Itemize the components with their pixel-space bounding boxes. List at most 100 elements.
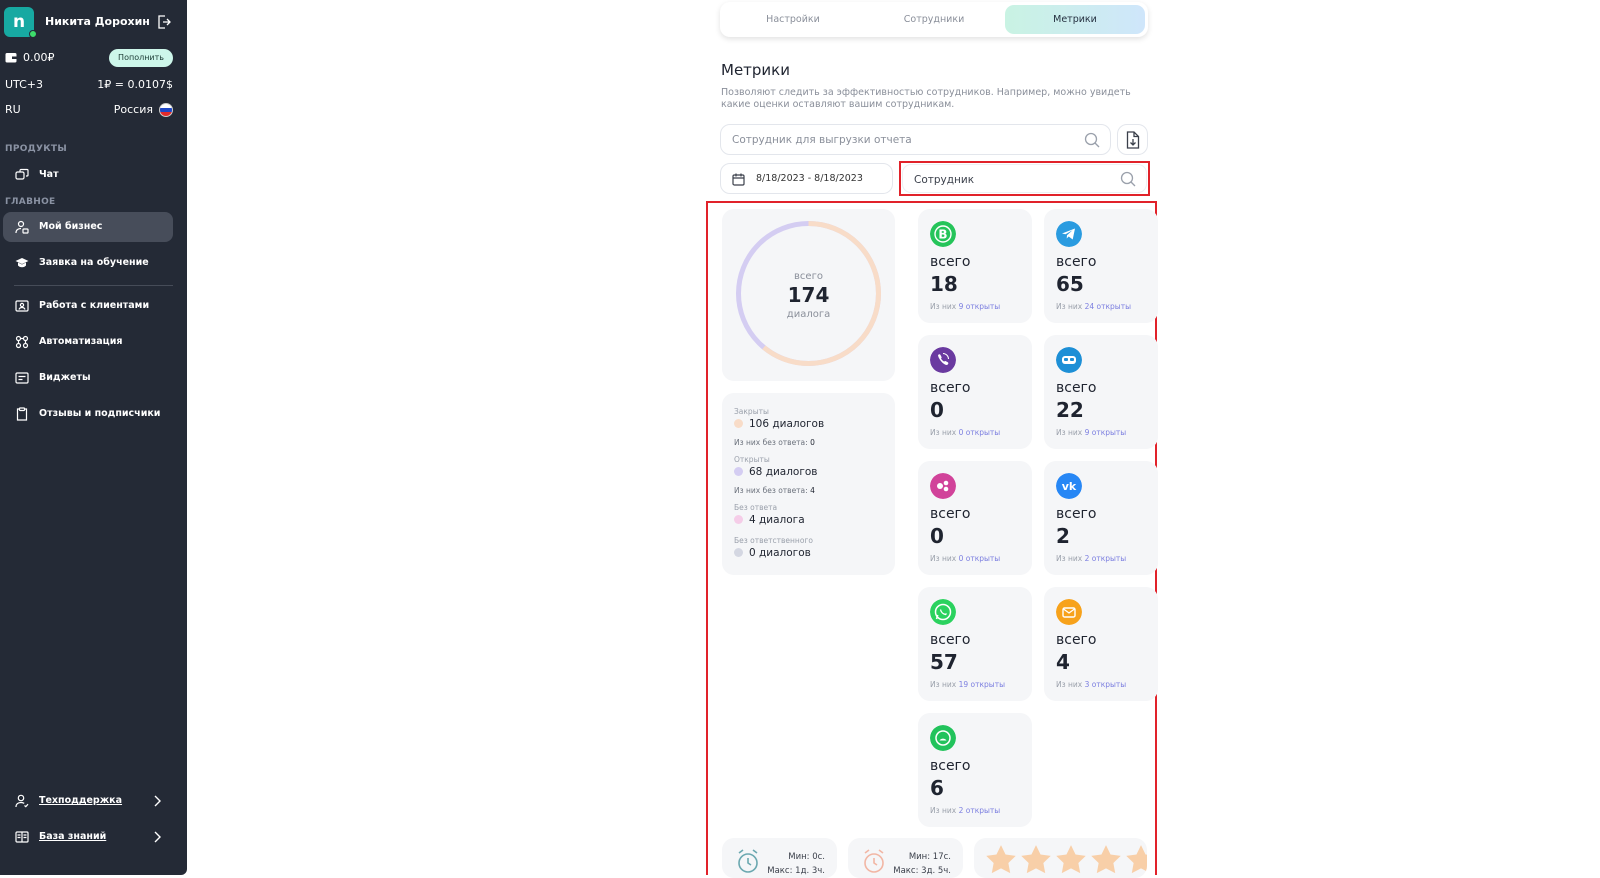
response-min: Мин: 17с. — [908, 852, 951, 862]
channel-open-count: 24 — [1084, 302, 1095, 311]
sidebar-item-label: Отзывы и подписчики — [39, 408, 161, 419]
noreply-value: 4 диалога — [734, 514, 805, 526]
channel-open-info: Из них 2 открыты — [1056, 554, 1126, 563]
timezone-row: UTC+3 1₽ = 0.0107$ — [5, 76, 173, 94]
channel-open-count: 2 — [958, 806, 964, 815]
channel-open-word: открыты — [965, 428, 1001, 437]
logout-icon[interactable] — [156, 14, 172, 30]
support-user-icon — [15, 794, 29, 808]
whatsapp-icon — [930, 599, 956, 625]
sidebar-item-clients[interactable]: Работа с клиентами — [3, 291, 173, 321]
channel-card: vk всего 2 Из них 2 открыты — [1044, 461, 1158, 575]
channel-sub-label: Из них — [930, 806, 957, 815]
svg-text:vk: vk — [1062, 480, 1077, 493]
sidebar-item-label: Чат — [39, 169, 59, 180]
channel-open-count: 0 — [958, 554, 964, 563]
channel-open-info: Из них 2 открыты — [930, 806, 1000, 815]
open-value: 68 диалогов — [734, 466, 817, 478]
vk-icon: vk — [1056, 473, 1082, 499]
channel-total-label: всего — [930, 380, 971, 396]
channel-total-label: всего — [930, 758, 971, 774]
date-range-value: 8/18/2023 - 8/18/2023 — [756, 173, 863, 184]
sidebar-item-label: Заявка на обучение — [39, 257, 149, 268]
channel-open-word: открыты — [965, 554, 1001, 563]
sidebar-item-training[interactable]: Заявка на обучение — [3, 248, 173, 278]
reviews-clipboard-icon — [16, 407, 28, 421]
employee-search-input[interactable] — [914, 165, 1244, 194]
report-employee-input[interactable] — [732, 125, 1062, 154]
channel-open-info: Из них 9 открыты — [930, 302, 1000, 311]
locale-row[interactable]: RU Россия — [5, 101, 173, 119]
channel-total: 2 — [1056, 524, 1070, 548]
noreply-legend-dot — [734, 515, 743, 524]
tab-settings[interactable]: Настройки — [723, 5, 863, 34]
channel-card: всего 57 Из них 19 открыты — [918, 587, 1032, 701]
report-employee-search — [720, 124, 1111, 155]
country[interactable]: Россия — [114, 103, 153, 116]
search-icon[interactable] — [1120, 171, 1136, 187]
star-icon — [1126, 845, 1147, 874]
channel-total-label: всего — [1056, 380, 1097, 396]
file-download-icon — [1126, 131, 1140, 149]
channel-open-count: 9 — [1084, 428, 1090, 437]
sidebar-item-support[interactable]: Техподдержка — [3, 786, 173, 816]
channel-open-info: Из них 0 открыты — [930, 428, 1000, 437]
open-sub-label: Из них без ответа: — [734, 486, 808, 495]
section-products: ПРОДУКТЫ — [5, 144, 67, 154]
channel-total: 4 — [1056, 650, 1070, 674]
channel-sub-label: Из них — [1056, 680, 1083, 689]
wallet-icon — [5, 53, 17, 63]
channel-card: всего 0 Из них 0 открыты — [918, 461, 1032, 575]
chevron-right-icon — [154, 795, 161, 807]
sidebar-item-label: Работа с клиентами — [39, 300, 150, 311]
channel-open-word: открыты — [970, 680, 1005, 689]
channel-sub-label: Из них — [930, 302, 957, 311]
channel-card: всего 6 Из них 2 открыты — [918, 713, 1032, 827]
sidebar-item-widgets[interactable]: Виджеты — [3, 363, 173, 393]
channel-total: 22 — [1056, 398, 1084, 422]
language[interactable]: RU — [5, 103, 21, 116]
topup-button[interactable]: Пополнить — [109, 49, 173, 67]
sidebar-item-automation[interactable]: Автоматизация — [3, 327, 173, 357]
sidebar-item-label: Техподдержка — [39, 795, 123, 806]
noresp-legend-dot — [734, 548, 743, 557]
tab-metrics[interactable]: Метрики — [1005, 5, 1145, 34]
closed-sub-label: Из них без ответа: — [734, 438, 808, 447]
sidebar-item-label: Автоматизация — [39, 336, 123, 347]
tab-bar: Настройки Сотрудники Метрики — [720, 2, 1148, 37]
sidebar-item-label: Мой бизнес — [39, 221, 103, 232]
channel-total-label: всего — [1056, 632, 1097, 648]
alarm-clock-icon — [864, 849, 884, 873]
sidebar-item-knowledge[interactable]: База знаний — [3, 822, 173, 852]
channel-sub-label: Из них — [930, 554, 957, 563]
client-card-icon — [15, 300, 29, 312]
channel-total-label: всего — [930, 506, 971, 522]
page-title: Метрики — [721, 61, 790, 79]
channel-total-label: всего — [930, 632, 971, 648]
page-description: Позволяют следить за эффективностью сотр… — [721, 87, 1131, 110]
channel-sub-label: Из них — [930, 680, 957, 689]
sidebar-item-business[interactable]: Мой бизнес — [3, 212, 173, 242]
channel-open-count: 3 — [1084, 680, 1090, 689]
tab-employees[interactable]: Сотрудники — [864, 5, 1004, 34]
employee-search-field — [902, 164, 1244, 194]
closed-sub-value: 0 — [810, 438, 815, 447]
star-icon — [986, 845, 1016, 874]
chat-bubble-icon — [930, 725, 956, 751]
sidebar-item-chat[interactable]: Чат — [3, 160, 173, 190]
widget-icon — [15, 372, 29, 384]
channel-card: всего 22 Из них 9 открыты — [1044, 335, 1158, 449]
avatar-initial: n — [12, 12, 26, 32]
channel-open-info: Из них 9 открыты — [1056, 428, 1126, 437]
channel-total-label: всего — [1056, 254, 1097, 270]
export-report-button[interactable] — [1117, 124, 1148, 155]
sidebar-item-label: Виджеты — [39, 372, 91, 383]
section-main: ГЛАВНОЕ — [5, 197, 56, 207]
search-icon[interactable] — [1084, 132, 1100, 148]
closed-label: Закрыты — [734, 407, 769, 416]
sidebar-item-reviews[interactable]: Отзывы и подписчики — [3, 399, 173, 429]
total-label: всего — [794, 271, 823, 282]
russia-flag-icon — [159, 103, 173, 117]
date-range-picker[interactable]: 8/18/2023 - 8/18/2023 — [720, 163, 893, 194]
dialog-stats-card: Закрыты 106 диалогов Из них без ответа: … — [722, 393, 895, 575]
